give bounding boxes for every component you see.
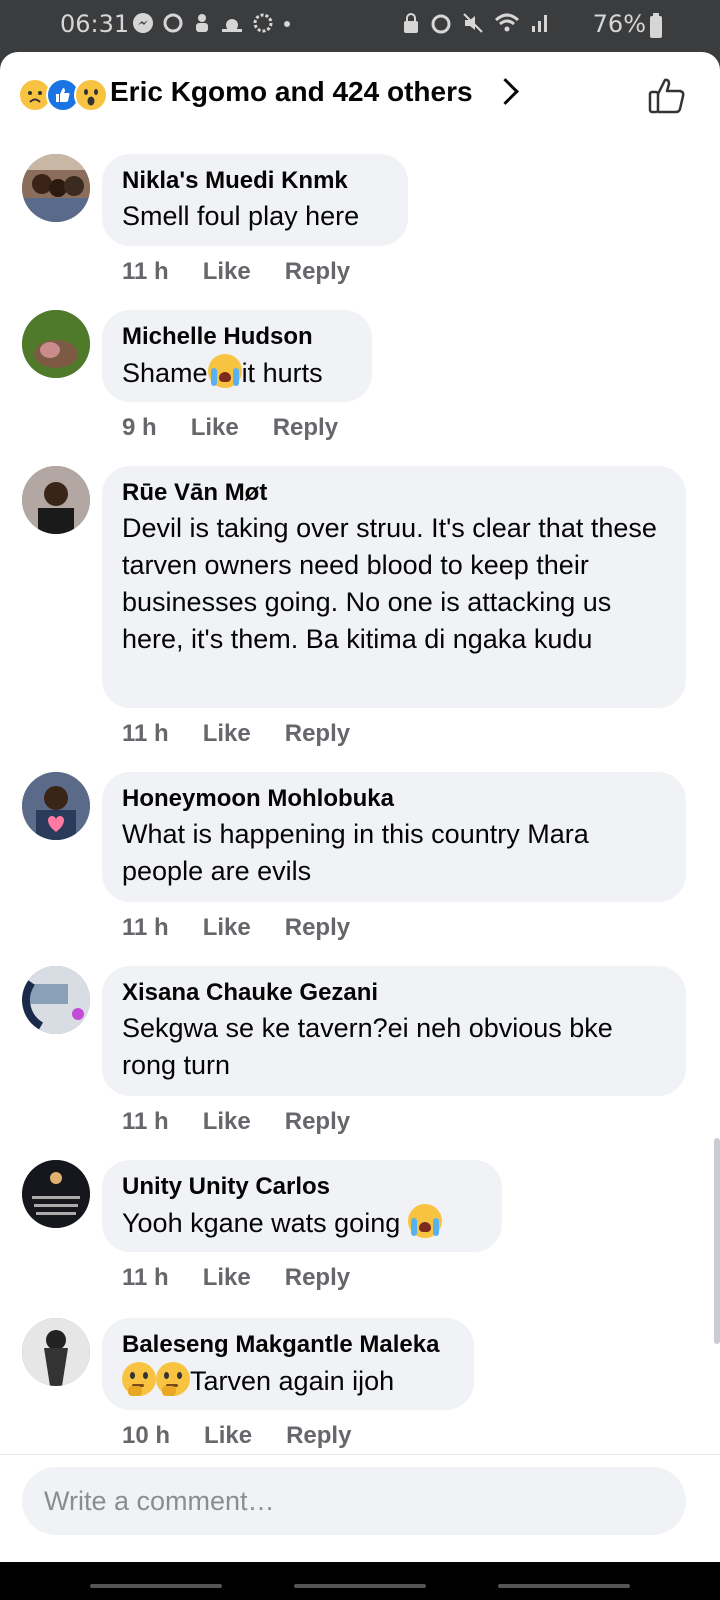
crying-face-icon bbox=[407, 1204, 442, 1238]
notification-icon bbox=[196, 14, 208, 32]
crying-face-icon bbox=[207, 354, 242, 388]
reply-link[interactable]: Reply bbox=[285, 720, 350, 748]
comment-text: Shame it hurts bbox=[122, 354, 352, 392]
like-link[interactable]: Like bbox=[203, 258, 251, 286]
comment-text: Smell foul play here bbox=[122, 201, 360, 231]
like-link[interactable]: Like bbox=[203, 720, 251, 748]
status-time: 06:31 bbox=[60, 10, 130, 38]
commenter-name[interactable]: Nikla's Muedi Knmk bbox=[122, 166, 388, 196]
like-link[interactable]: Like bbox=[203, 1264, 251, 1292]
reply-link[interactable]: Reply bbox=[286, 1422, 351, 1450]
comment-input[interactable] bbox=[22, 1467, 686, 1535]
reply-link[interactable]: Reply bbox=[285, 258, 350, 286]
comment-text-part: Yooh kgane wats going bbox=[122, 1208, 408, 1238]
reactions-header[interactable]: Eric Kgomo and 424 others bbox=[0, 52, 720, 138]
comment-composer-area bbox=[0, 1454, 720, 1562]
comment-actions: 9 h Like Reply bbox=[122, 414, 338, 442]
comment-text: Tarven again ijoh bbox=[122, 1362, 454, 1400]
comment-text-part: Tarven again ijoh bbox=[190, 1366, 395, 1396]
comment-actions: 11 h Like Reply bbox=[122, 720, 350, 748]
reply-link[interactable]: Reply bbox=[285, 1108, 350, 1136]
comment-actions: 11 h Like Reply bbox=[122, 258, 350, 286]
avatar[interactable] bbox=[22, 1160, 90, 1228]
commenter-name[interactable]: Baleseng Makgantle Maleka bbox=[122, 1330, 454, 1360]
signal-icon bbox=[532, 15, 547, 32]
like-link[interactable]: Like bbox=[203, 1108, 251, 1136]
battery-icon bbox=[650, 13, 662, 38]
avatar[interactable] bbox=[22, 466, 90, 534]
thinking-face-icon bbox=[156, 1362, 190, 1396]
comment-bubble[interactable]: Unity Unity Carlos Yooh kgane wats going bbox=[102, 1160, 502, 1252]
comment-time: 11 h bbox=[122, 1108, 169, 1135]
commenter-name[interactable]: Honeymoon Mohlobuka bbox=[122, 784, 666, 814]
comment-actions: 10 h Like Reply bbox=[122, 1422, 351, 1450]
chevron-right-icon[interactable] bbox=[492, 78, 519, 105]
status-left-icons bbox=[132, 12, 292, 34]
comment-text-part: Shame bbox=[122, 358, 208, 388]
comment-actions: 11 h Like Reply bbox=[122, 914, 350, 942]
commenter-name[interactable]: Rūe Vān Møt bbox=[122, 478, 666, 508]
weather-icon bbox=[222, 19, 242, 32]
comment-bubble[interactable]: Michelle Hudson Shame it hurts bbox=[102, 310, 372, 402]
comment-text: What is happening in this country Mara p… bbox=[122, 819, 589, 886]
commenter-name[interactable]: Unity Unity Carlos bbox=[122, 1172, 482, 1202]
comment-bubble[interactable]: Rūe Vān Møt Devil is taking over struu. … bbox=[102, 466, 686, 708]
avatar[interactable] bbox=[22, 966, 90, 1034]
comment-time: 11 h bbox=[122, 1264, 169, 1291]
wow-reaction-icon bbox=[74, 78, 108, 112]
like-link[interactable]: Like bbox=[191, 414, 239, 442]
comment-actions: 11 h Like Reply bbox=[122, 1264, 350, 1292]
nav-recents-button[interactable] bbox=[498, 1584, 630, 1588]
system-nav-bar bbox=[0, 1562, 720, 1600]
comment-actions: 11 h Like Reply bbox=[122, 1108, 350, 1136]
comment-time: 11 h bbox=[122, 914, 169, 941]
avatar[interactable] bbox=[22, 1318, 90, 1386]
comment-bubble[interactable]: Xisana Chauke Gezani Sekgwa se ke tavern… bbox=[102, 966, 686, 1096]
comment-bubble[interactable]: Nikla's Muedi Knmk Smell foul play here bbox=[102, 154, 408, 246]
messenger-icon bbox=[133, 13, 153, 33]
like-thumb-icon[interactable] bbox=[646, 74, 690, 118]
nav-back-button[interactable] bbox=[90, 1584, 222, 1588]
commenter-name[interactable]: Michelle Hudson bbox=[122, 322, 352, 352]
comment-text: Yooh kgane wats going bbox=[122, 1204, 482, 1242]
battery-percent: 76% bbox=[592, 10, 646, 38]
comment-time: 11 h bbox=[122, 258, 169, 285]
reply-link[interactable]: Reply bbox=[273, 414, 338, 442]
comment-time: 11 h bbox=[122, 720, 169, 747]
mute-icon bbox=[463, 13, 483, 33]
comment-bubble[interactable]: Honeymoon Mohlobuka What is happening in… bbox=[102, 772, 686, 902]
avatar[interactable] bbox=[22, 772, 90, 840]
comment-time: 10 h bbox=[122, 1422, 171, 1449]
like-link[interactable]: Like bbox=[204, 1422, 252, 1450]
thinking-face-icon bbox=[122, 1362, 156, 1396]
reaction-summary[interactable] bbox=[18, 78, 108, 112]
dot-icon bbox=[284, 21, 290, 27]
commenter-name[interactable]: Xisana Chauke Gezani bbox=[122, 978, 666, 1008]
comment-time: 9 h bbox=[122, 414, 157, 441]
status-bar: 06:31 76% bbox=[0, 0, 720, 52]
alarm-icon bbox=[431, 14, 451, 34]
sync-icon bbox=[163, 13, 183, 33]
nav-home-button[interactable] bbox=[294, 1584, 426, 1588]
reply-link[interactable]: Reply bbox=[285, 1264, 350, 1292]
reactions-title[interactable]: Eric Kgomo and 424 others bbox=[110, 76, 473, 108]
like-link[interactable]: Like bbox=[203, 914, 251, 942]
comment-text: Sekgwa se ke tavern?ei neh obvious bke r… bbox=[122, 1013, 613, 1080]
comment-text: Devil is taking over struu. It's clear t… bbox=[122, 513, 657, 654]
comment-text-part: it hurts bbox=[241, 358, 323, 388]
comment-bubble[interactable]: Baleseng Makgantle Maleka Tarven again i… bbox=[102, 1318, 474, 1410]
avatar[interactable] bbox=[22, 154, 90, 222]
wifi-icon bbox=[494, 13, 520, 32]
lock-icon bbox=[404, 13, 418, 33]
avatar[interactable] bbox=[22, 310, 90, 378]
comments-sheet: Eric Kgomo and 424 others Nikla's Muedi … bbox=[0, 52, 720, 1562]
status-right-icons bbox=[402, 12, 550, 34]
settings-icon bbox=[253, 13, 273, 33]
scrollbar[interactable] bbox=[714, 1138, 720, 1344]
reply-link[interactable]: Reply bbox=[285, 914, 350, 942]
